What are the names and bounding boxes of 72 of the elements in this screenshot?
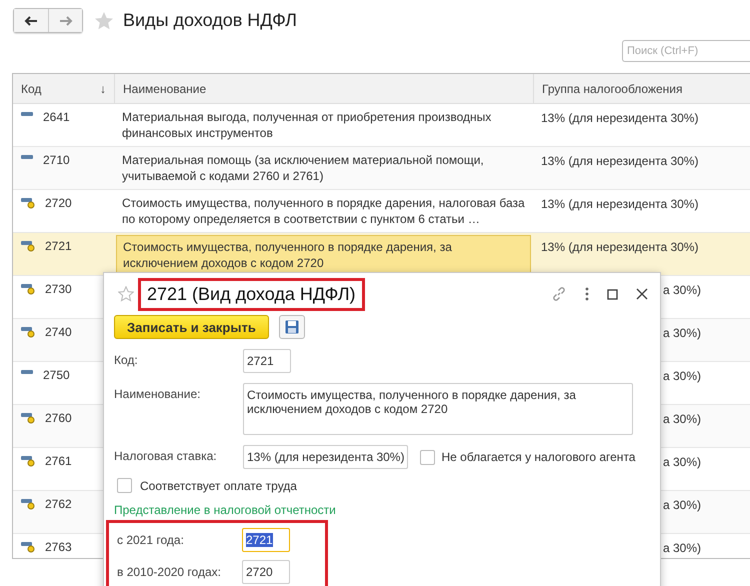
code-text: 2720 [45, 195, 72, 211]
group-text: а 30%) [663, 541, 702, 555]
name-cell-text: Материальная выгода, полученная от приобретения производных финансовых инструментов [121, 109, 492, 142]
column-header[interactable]: Группа налогообложения [533, 74, 750, 103]
item-icon [21, 240, 35, 252]
dash-icon [21, 111, 33, 117]
code-text: 2721 [45, 238, 72, 254]
code-text: 2740 [45, 324, 72, 340]
item-icon [21, 197, 35, 209]
name-cell: Стоимость имущества, полученного в порядке дарения, за исключением доходов с кодом 2720 [116, 235, 531, 274]
field-label: Наименование: [114, 386, 202, 403]
group-text: 13% (для нерезидента 30%) [541, 197, 698, 211]
group-text: а 30%) [663, 412, 702, 426]
group-text: а 30%) [663, 498, 702, 512]
group-text: а 30%) [663, 455, 702, 469]
code-text: 2730 [45, 281, 72, 297]
field-label: Налоговая ставка: [114, 448, 218, 465]
group-text: 13% (для нерезидента 30%) [541, 240, 698, 254]
code-field[interactable]: 2720 [242, 560, 290, 584]
field-label: в 2010-2020 годах: [117, 565, 222, 579]
link-icon[interactable] [551, 286, 567, 302]
name-cell-text: Стоимость имущества, полученного в порядке дарения, налоговая база по которому определяется в соответствии с пунктом 6 статьи … [121, 195, 526, 228]
group-text: а 30%) [663, 283, 702, 297]
checkbox[interactable] [420, 450, 436, 464]
more-icon[interactable] [585, 287, 589, 301]
star-icon[interactable] [94, 10, 114, 30]
table-row[interactable]: 2721 Стоимость имущества, полученного в порядке дарения, за исключением доходов с кодом 2720 13% (для нерезидента 30%) [13, 233, 750, 276]
field-label: с 2021 года: [117, 533, 185, 547]
star-icon[interactable] [118, 286, 134, 302]
field-label: Код: [114, 352, 139, 369]
dash-icon [21, 154, 33, 160]
code-text: 2760 [45, 410, 72, 426]
group-text: а 30%) [663, 326, 702, 340]
group-text: 13% (для нерезидента 30%) [541, 154, 698, 168]
code-text: 2750 [43, 367, 70, 383]
item-icon [21, 541, 35, 553]
table-row[interactable]: 2710 Материальная помощь (за исключением материальной помощи, учитываемой с кодами 2760 и 2761) 13% (для нерезидента 30%) [13, 147, 750, 190]
item-icon [21, 455, 35, 467]
forward-arrow-icon [58, 16, 72, 26]
save-close-button[interactable]: Записать и закрыть [114, 315, 269, 339]
code-field[interactable]: 2721 [243, 349, 291, 373]
item-icon [21, 326, 35, 338]
dash-icon [21, 369, 33, 375]
code-field[interactable]: 2721 [242, 528, 290, 552]
close-icon[interactable] [636, 288, 648, 300]
group-text: 13% (для нерезидента 30%) [541, 111, 698, 125]
floppy-icon [284, 320, 299, 334]
back-arrow-icon [24, 16, 38, 26]
back-button[interactable] [14, 9, 48, 32]
checkbox-label: Не облагается у налогового агента [441, 450, 636, 464]
code-text: 2761 [45, 453, 72, 469]
checkbox[interactable] [117, 478, 132, 493]
name-cell-text: Материальная помощь (за исключением материальной помощи, учитываемой с кодами 2760 и 2761) [121, 152, 485, 185]
column-header[interactable]: Код ↓ [13, 74, 114, 103]
column-header[interactable]: Наименование [114, 74, 533, 103]
maximize-icon[interactable] [607, 288, 618, 300]
page-title: Виды доходов НДФЛ [123, 10, 297, 31]
code-text: 2763 [45, 539, 72, 555]
search-field[interactable]: Поиск (Ctrl+F) [622, 40, 750, 62]
item-icon [21, 498, 35, 510]
item-icon [21, 412, 35, 424]
checkbox-label: Соответствует оплате труда [140, 478, 297, 492]
code-text: 2762 [45, 496, 72, 512]
name-field[interactable]: Стоимость имущества, полученного в порядке дарения, за исключением доходов с кодом 2720 [243, 383, 633, 435]
rate-field[interactable]: 13% (для нерезидента 30%) [243, 445, 408, 469]
section-heading: Представление в налоговой отчетности [114, 503, 337, 517]
group-text: а 30%) [663, 369, 702, 383]
item-icon [21, 283, 35, 295]
dialog-title: 2721 (Вид дохода НДФЛ) [147, 284, 356, 304]
code-text: 2710 [43, 152, 70, 168]
save-button[interactable] [278, 315, 305, 339]
code-text: 2641 [43, 109, 70, 125]
